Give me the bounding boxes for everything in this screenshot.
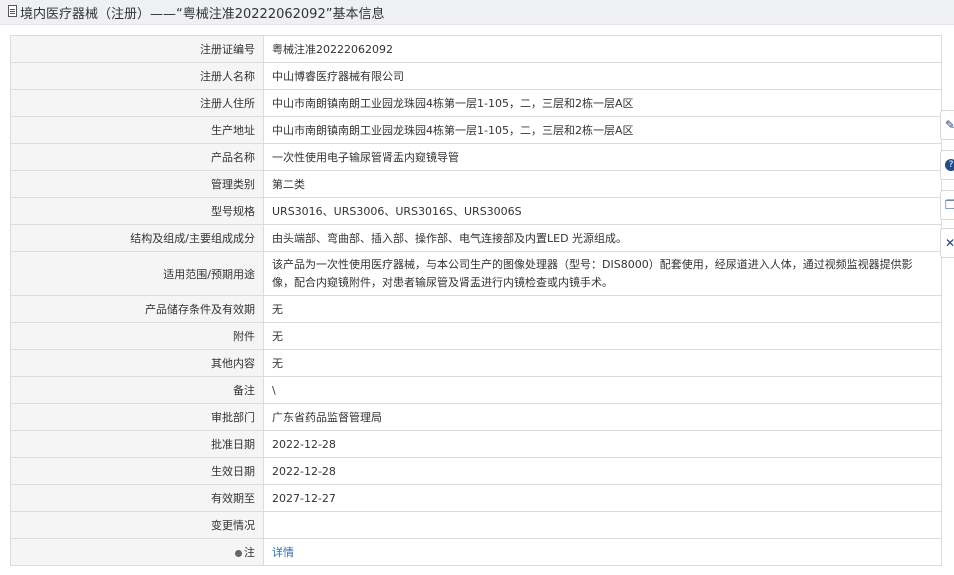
table-row: 注 详情 [10,538,942,566]
field-label: 注册人住所 [10,89,264,117]
field-value: 无 [263,349,942,377]
side-toolbar: ✎ ? ❐ ✕ [940,108,954,258]
details-link[interactable]: 详情 [272,546,294,559]
field-value: 粤械注准20222062092 [263,35,942,63]
page-header: 境内医疗器械（注册）——“粤械注准20222062092”基本信息 [0,0,954,25]
field-value: 无 [263,322,942,350]
field-value: \ [263,376,942,404]
field-value: 详情 [263,538,942,566]
table-row: 产品储存条件及有效期 无 [10,295,942,323]
field-label: 其他内容 [10,349,264,377]
table-row: 审批部门 广东省药品监督管理局 [10,403,942,431]
document-icon [8,5,17,17]
field-label: 注 [244,546,255,559]
field-label: 有效期至 [10,484,264,512]
close-icon: ✕ [945,236,954,250]
field-value: 2022-12-28 [263,430,942,458]
field-value: 第二类 [263,170,942,198]
field-label: 审批部门 [10,403,264,431]
table-row: 产品名称 一次性使用电子输尿管肾盂内窥镜导管 [10,143,942,171]
info-table: 注册证编号 粤械注准20222062092 注册人名称 中山博睿医疗器械有限公司… [10,35,942,566]
field-label: 变更情况 [10,511,264,539]
table-row: 注册人住所 中山市南朗镇南朗工业园龙珠园4栋第一层1-105，二，三层和2栋一层… [10,89,942,117]
table-row: 结构及组成/主要组成成分 由头端部、弯曲部、插入部、操作部、电气连接部及内置LE… [10,224,942,252]
help-icon: ? [945,159,954,171]
table-row: 注册证编号 粤械注准20222062092 [10,35,942,63]
copy-tool-button[interactable]: ❐ [940,190,954,220]
field-label: 管理类别 [10,170,264,198]
close-tool-button[interactable]: ✕ [940,228,954,258]
page-title: 境内医疗器械（注册）——“粤械注准20222062092”基本信息 [20,7,385,22]
field-value: URS3016、URS3006、URS3016S、URS3006S [263,197,942,225]
table-row: 其他内容 无 [10,349,942,377]
field-label: 生产地址 [10,116,264,144]
table-row: 批准日期 2022-12-28 [10,430,942,458]
field-label: 产品储存条件及有效期 [10,295,264,323]
table-row: 备注 \ [10,376,942,404]
field-value [263,511,942,539]
table-row: 变更情况 [10,511,942,539]
bulb-icon [235,549,242,557]
field-value: 无 [263,295,942,323]
edit-icon: ✎ [945,118,954,132]
copy-icon: ❐ [945,198,954,212]
field-label: 型号规格 [10,197,264,225]
field-value: 广东省药品监督管理局 [263,403,942,431]
field-value: 该产品为一次性使用医疗器械，与本公司生产的图像处理器（型号：DIS8000）配套… [263,251,942,296]
table-row: 适用范围/预期用途 该产品为一次性使用医疗器械，与本公司生产的图像处理器（型号：… [10,251,942,296]
help-tool-button[interactable]: ? [940,150,954,180]
field-label: 备注 [10,376,264,404]
field-label: 适用范围/预期用途 [10,251,264,296]
table-row: 生效日期 2022-12-28 [10,457,942,485]
field-value: 由头端部、弯曲部、插入部、操作部、电气连接部及内置LED 光源组成。 [263,224,942,252]
field-label: 注册人名称 [10,62,264,90]
field-value: 中山市南朗镇南朗工业园龙珠园4栋第一层1-105，二，三层和2栋一层A区 [263,116,942,144]
field-label: 结构及组成/主要组成成分 [10,224,264,252]
note-label-cell: 注 [10,538,264,566]
field-value: 中山博睿医疗器械有限公司 [263,62,942,90]
table-row: 注册人名称 中山博睿医疗器械有限公司 [10,62,942,90]
field-label: 附件 [10,322,264,350]
field-value: 一次性使用电子输尿管肾盂内窥镜导管 [263,143,942,171]
field-value: 2027-12-27 [263,484,942,512]
table-row: 型号规格 URS3016、URS3006、URS3016S、URS3006S [10,197,942,225]
edit-tool-button[interactable]: ✎ [940,110,954,140]
field-label: 产品名称 [10,143,264,171]
table-row: 管理类别 第二类 [10,170,942,198]
field-label: 生效日期 [10,457,264,485]
field-label: 注册证编号 [10,35,264,63]
field-value: 2022-12-28 [263,457,942,485]
table-row: 附件 无 [10,322,942,350]
field-label: 批准日期 [10,430,264,458]
table-row: 生产地址 中山市南朗镇南朗工业园龙珠园4栋第一层1-105，二，三层和2栋一层A… [10,116,942,144]
field-value: 中山市南朗镇南朗工业园龙珠园4栋第一层1-105，二，三层和2栋一层A区 [263,89,942,117]
table-row: 有效期至 2027-12-27 [10,484,942,512]
